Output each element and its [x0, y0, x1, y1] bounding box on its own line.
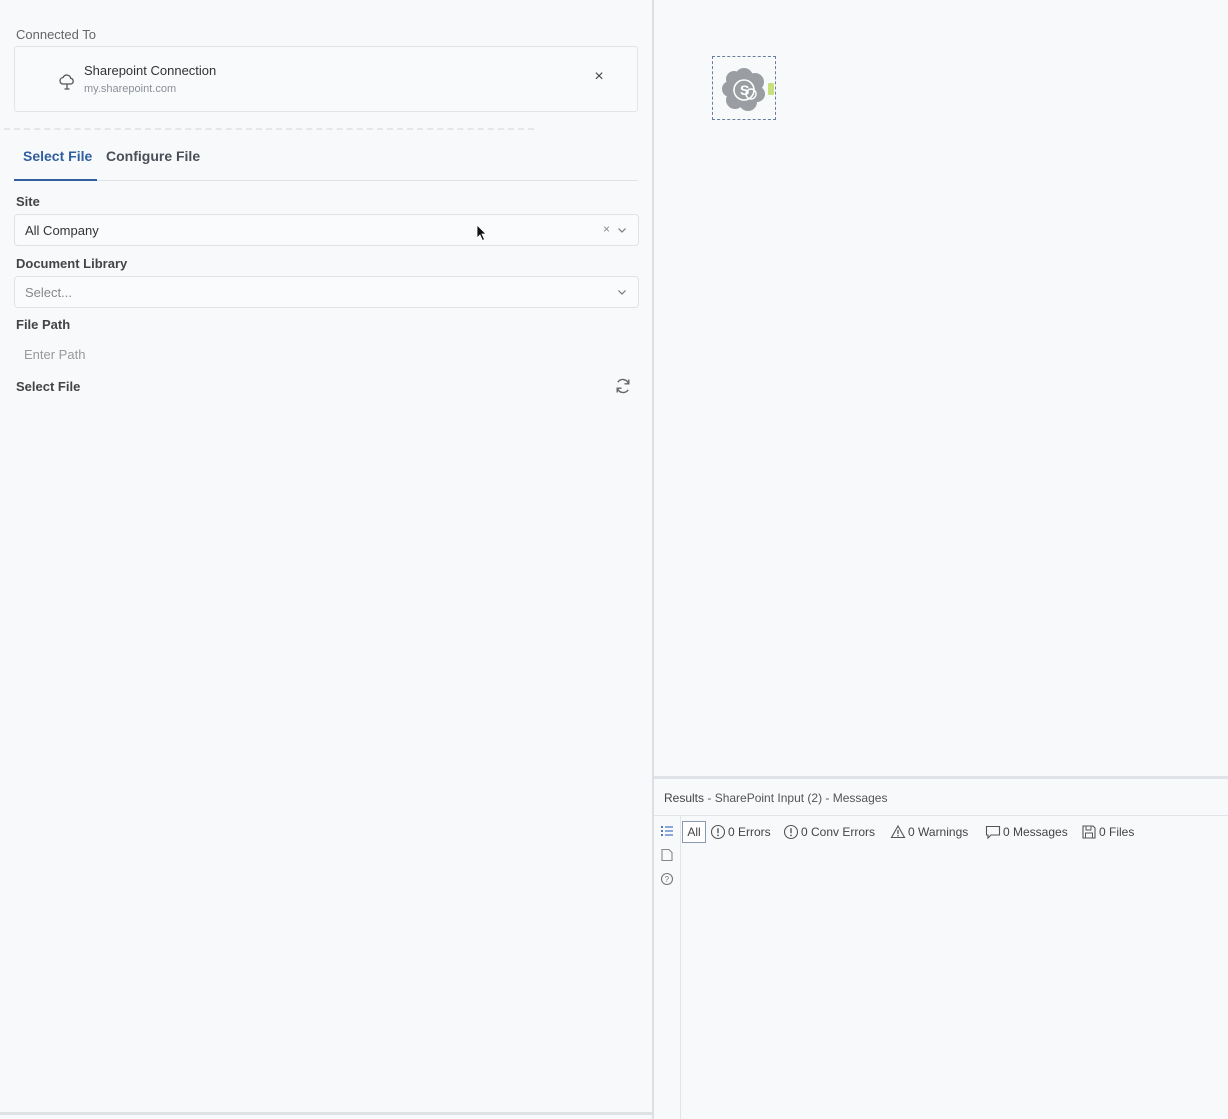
section-divider	[4, 128, 534, 130]
connection-card: Sharepoint Connection my.sharepoint.com …	[14, 46, 638, 112]
results-window: Results - SharePoint Input (2) - Message…	[654, 779, 1228, 1119]
results-header: Results - SharePoint Input (2) - Message…	[664, 791, 887, 805]
filter-messages-button[interactable]: 0 Messages	[985, 821, 1068, 843]
warning-triangle-icon	[890, 824, 906, 839]
messages-count: 0 Messages	[1003, 825, 1068, 839]
filter-all-button[interactable]: All	[682, 821, 706, 843]
sharepoint-cloud-icon: S	[722, 68, 765, 111]
list-view-icon[interactable]	[660, 824, 674, 838]
svg-text:?: ?	[665, 875, 670, 884]
files-count: 0 Files	[1099, 825, 1135, 839]
results-subtitle: - SharePoint Input (2) - Messages	[707, 791, 888, 805]
tab-select-file[interactable]: Select File	[23, 148, 92, 164]
filter-warnings-button[interactable]: 0 Warnings	[890, 821, 968, 843]
error-circle-icon	[710, 824, 726, 840]
file-path-input[interactable]	[14, 341, 634, 367]
document-library-label: Document Library	[16, 256, 128, 271]
mouse-cursor-icon	[476, 224, 487, 242]
workflow-canvas[interactable]: S	[654, 0, 1228, 776]
site-label: Site	[16, 194, 40, 209]
chevron-down-icon[interactable]	[617, 225, 627, 235]
connection-name: Sharepoint Connection	[84, 63, 217, 78]
site-select[interactable]: All Company ×	[14, 214, 639, 246]
sharepoint-input-tool[interactable]: S	[712, 56, 776, 120]
help-circle-icon[interactable]: ?	[660, 872, 674, 886]
clear-selection-icon[interactable]: ×	[603, 222, 610, 236]
cloud-connection-icon	[59, 74, 74, 90]
message-bubble-icon	[985, 825, 1001, 840]
errors-count: 0 Errors	[728, 825, 771, 839]
refresh-icon[interactable]	[613, 376, 633, 396]
document-library-placeholder: Select...	[25, 285, 72, 300]
chevron-down-icon[interactable]	[617, 287, 627, 297]
results-title: Results	[664, 791, 705, 805]
save-disk-icon	[1082, 825, 1096, 839]
conv-error-circle-icon	[783, 824, 799, 840]
conv-errors-count: 0 Conv Errors	[801, 825, 876, 839]
tab-configure-file[interactable]: Configure File	[106, 148, 200, 164]
select-file-label: Select File	[16, 379, 81, 394]
results-side-toolbar: ?	[654, 816, 681, 1119]
tool-glyph: S	[740, 82, 749, 98]
filter-conv-errors-button[interactable]: 0 Conv Errors	[783, 821, 875, 843]
document-library-select[interactable]: Select...	[14, 276, 639, 308]
tab-bar: Select File Configure File	[14, 140, 638, 181]
connected-to-label: Connected To	[16, 27, 96, 42]
file-path-label: File Path	[16, 317, 71, 332]
document-icon[interactable]	[660, 848, 674, 862]
tool-output-anchor[interactable]	[768, 83, 774, 95]
results-header-divider	[654, 815, 1228, 816]
filter-files-button[interactable]: 0 Files	[1081, 821, 1134, 843]
disconnect-close-icon[interactable]: ×	[591, 67, 607, 87]
panel-bottom-border	[0, 1112, 652, 1115]
site-select-value: All Company	[25, 223, 99, 238]
filter-errors-button[interactable]: 0 Errors	[710, 821, 771, 843]
active-tab-indicator	[14, 179, 97, 181]
connection-url: my.sharepoint.com	[84, 83, 177, 95]
warnings-count: 0 Warnings	[908, 825, 969, 839]
configuration-panel: Connected To Sharepoint Connection my.sh…	[0, 0, 652, 1112]
